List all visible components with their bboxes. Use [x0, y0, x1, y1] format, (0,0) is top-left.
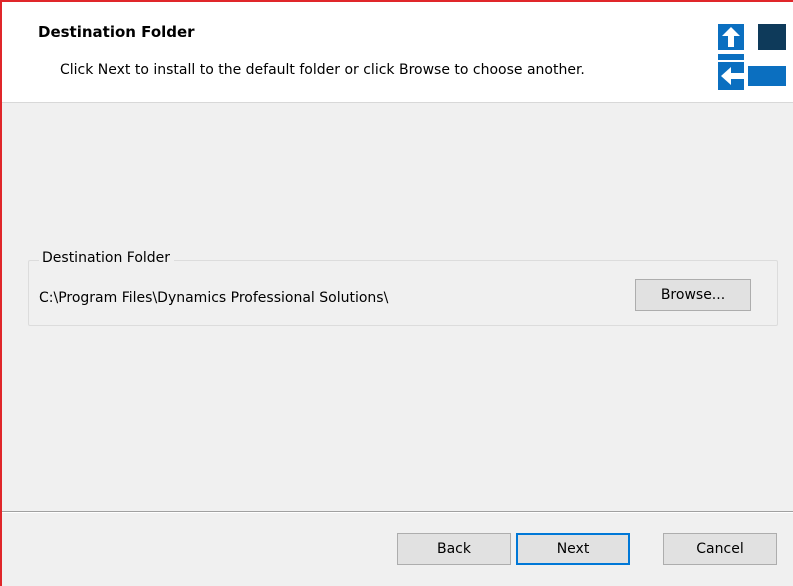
logo-dark-square	[758, 24, 786, 50]
destination-path-text: C:\Program Files\Dynamics Professional S…	[39, 290, 389, 306]
installer-window: Destination Folder Click Next to install…	[0, 0, 793, 586]
logo-bottom-bar	[748, 66, 786, 86]
destination-group-legend: Destination Folder	[39, 250, 175, 266]
back-button[interactable]: Back	[397, 533, 511, 565]
footer-divider	[2, 511, 793, 513]
logo-connector	[718, 54, 744, 60]
header-banner: Destination Folder Click Next to install…	[2, 2, 793, 103]
page-subtitle: Click Next to install to the default fol…	[60, 62, 585, 78]
page-title: Destination Folder	[38, 23, 195, 41]
browse-button[interactable]: Browse...	[635, 279, 751, 311]
installer-logo-icon	[718, 24, 786, 90]
cancel-button[interactable]: Cancel	[663, 533, 777, 565]
destination-folder-group: Destination Folder C:\Program Files\Dyna…	[28, 250, 778, 326]
content-area: Destination Folder C:\Program Files\Dyna…	[2, 103, 793, 511]
next-button[interactable]: Next	[516, 533, 630, 565]
